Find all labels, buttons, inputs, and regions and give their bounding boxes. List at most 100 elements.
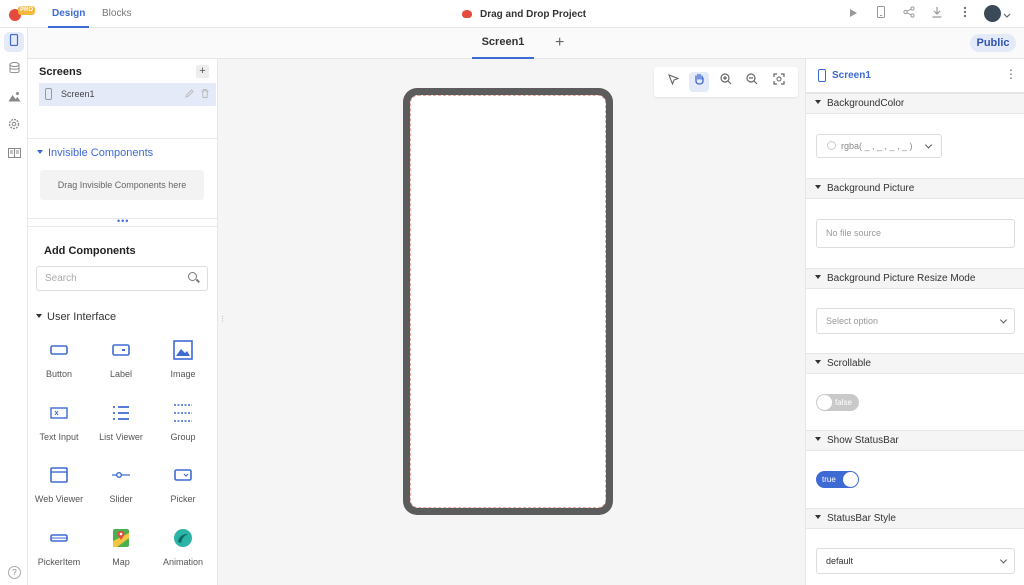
- picker-icon: [174, 469, 192, 481]
- share-icon[interactable]: [901, 6, 917, 22]
- screens-rail-icon[interactable]: [4, 32, 24, 52]
- component-button[interactable]: Button: [29, 339, 89, 395]
- background-picture-placeholder: No file source: [826, 228, 882, 238]
- docs-book-icon[interactable]: [4, 144, 24, 164]
- avatar[interactable]: [984, 5, 1001, 22]
- phone-icon: [45, 88, 52, 100]
- properties-header: Screen1 ⋮: [806, 59, 1024, 93]
- panel-splitter[interactable]: ⋮: [218, 59, 226, 585]
- component-text-input[interactable]: Text Input: [29, 402, 89, 458]
- component-list-viewer[interactable]: List Viewer: [91, 402, 151, 458]
- screen-canvas[interactable]: [410, 95, 606, 508]
- settings-gear-icon[interactable]: [4, 116, 24, 136]
- tab-design[interactable]: Design: [47, 8, 90, 28]
- edit-pencil-icon[interactable]: [185, 89, 194, 100]
- prop-header-background-picture[interactable]: Background Picture: [806, 178, 1024, 199]
- component-map[interactable]: Map: [91, 527, 151, 583]
- component-label[interactable]: Label: [91, 339, 151, 395]
- left-panel: Screens + Screen1 Invisible Components D…: [28, 59, 218, 585]
- animation-icon: [174, 529, 192, 547]
- prop-title: Background Picture Resize Mode: [827, 273, 976, 284]
- invisible-components-dropzone[interactable]: Drag Invisible Components here: [40, 170, 204, 200]
- more-options-icon[interactable]: ⋮: [1005, 67, 1017, 81]
- component-picker-item[interactable]: PickerItem: [29, 527, 89, 583]
- component-image[interactable]: Image: [153, 339, 213, 395]
- caret-down-icon: [815, 515, 821, 519]
- project-title-text: Drag and Drop Project: [480, 9, 587, 20]
- prop-header-resize-mode[interactable]: Background Picture Resize Mode: [806, 268, 1024, 289]
- color-swatch-icon: [827, 141, 836, 150]
- prop-header-statusbar-style[interactable]: StatusBar Style: [806, 508, 1024, 529]
- component-web-viewer[interactable]: Web Viewer: [29, 464, 89, 520]
- prop-header-background-color[interactable]: BackgroundColor: [806, 93, 1024, 114]
- app-logo[interactable]: PRO: [8, 5, 36, 23]
- screen-list-item[interactable]: Screen1: [39, 83, 216, 106]
- zoom-in-icon[interactable]: [716, 72, 736, 92]
- text-input-icon: [50, 407, 68, 419]
- component-label: Slider: [109, 494, 133, 504]
- panel-resize-handle[interactable]: •••: [117, 216, 129, 226]
- user-interface-toggle[interactable]: User Interface: [36, 311, 116, 323]
- statusbar-style-select[interactable]: default: [816, 548, 1015, 574]
- prop-title: BackgroundColor: [827, 98, 905, 109]
- prop-title: Background Picture: [827, 183, 915, 194]
- caret-down-icon: [815, 360, 821, 364]
- prop-header-scrollable[interactable]: Scrollable: [806, 353, 1024, 374]
- device-icon[interactable]: [873, 6, 889, 22]
- caret-down-icon: [36, 314, 42, 318]
- delete-trash-icon[interactable]: [201, 89, 209, 100]
- screen-tab-bar: Screen1 + Public: [28, 28, 1024, 59]
- component-label: Picker: [170, 494, 196, 504]
- component-search: [36, 266, 208, 291]
- invisible-components-toggle[interactable]: Invisible Components: [37, 147, 153, 159]
- media-icon[interactable]: [4, 88, 24, 108]
- fit-screen-icon[interactable]: [769, 72, 789, 92]
- component-group[interactable]: Group: [153, 402, 213, 458]
- background-color-picker[interactable]: rgba( _ , _ , _ , _ ): [816, 134, 942, 158]
- more-menu-icon[interactable]: [957, 6, 973, 22]
- phone-preview: [403, 88, 613, 515]
- prop-title: Show StatusBar: [827, 435, 899, 446]
- download-icon[interactable]: [929, 6, 945, 22]
- component-slider[interactable]: Slider: [91, 464, 151, 520]
- tab-blocks[interactable]: Blocks: [102, 8, 131, 19]
- component-label: Map: [112, 557, 130, 567]
- user-interface-title: User Interface: [47, 311, 117, 323]
- show-statusbar-toggle[interactable]: true: [816, 471, 859, 488]
- play-icon[interactable]: [845, 6, 861, 22]
- caret-down-icon: [815, 185, 821, 189]
- pan-hand-icon[interactable]: [689, 72, 709, 92]
- background-picture-field[interactable]: No file source: [816, 219, 1015, 248]
- help-icon[interactable]: ?: [8, 566, 21, 579]
- project-title: Drag and Drop Project: [462, 9, 586, 20]
- component-animation[interactable]: Animation: [153, 527, 213, 583]
- component-label: Label: [109, 369, 133, 379]
- slider-icon: [112, 471, 130, 478]
- tab-screen1[interactable]: Screen1: [472, 28, 534, 59]
- chevron-down-icon: [999, 556, 1008, 564]
- component-picker[interactable]: Picker: [153, 464, 213, 520]
- left-rail: [0, 28, 28, 585]
- prop-header-show-statusbar[interactable]: Show StatusBar: [806, 430, 1024, 451]
- chevron-down-icon[interactable]: [1002, 7, 1012, 23]
- search-input[interactable]: [37, 267, 177, 290]
- component-label: List Viewer: [99, 432, 143, 442]
- design-canvas[interactable]: [225, 59, 805, 585]
- public-visibility-button[interactable]: Public: [970, 34, 1016, 52]
- add-screen-button[interactable]: +: [196, 65, 209, 78]
- add-screen-tab-button[interactable]: +: [555, 34, 564, 52]
- select-cursor-icon[interactable]: [663, 72, 683, 92]
- scrollable-toggle[interactable]: false: [816, 394, 859, 411]
- group-icon: [174, 404, 192, 422]
- prop-title: Scrollable: [827, 358, 871, 369]
- resize-mode-select[interactable]: Select option: [816, 308, 1015, 334]
- database-icon[interactable]: [4, 60, 24, 80]
- label-icon: [112, 344, 130, 356]
- component-label: PickerItem: [37, 557, 81, 567]
- toggle-knob: [843, 472, 858, 487]
- screen-item-label: Screen1: [61, 89, 95, 99]
- zoom-out-icon[interactable]: [742, 72, 762, 92]
- component-label: Button: [45, 369, 73, 379]
- search-icon[interactable]: [188, 272, 197, 281]
- chevron-down-icon: [924, 141, 933, 149]
